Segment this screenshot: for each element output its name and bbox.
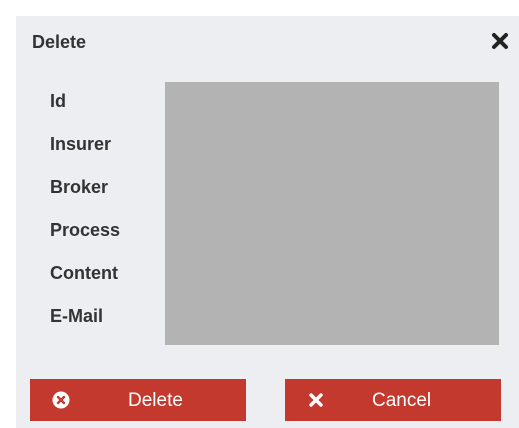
delete-button[interactable]: Delete (30, 379, 246, 421)
cancel-button-label: Cancel (372, 390, 432, 411)
redacted-values (165, 82, 499, 345)
field-label-process: Process (50, 220, 121, 240)
close-icon (307, 391, 325, 409)
delete-button-label: Delete (128, 390, 183, 411)
field-label-broker: Broker (50, 177, 109, 197)
field-label-email: E-Mail (50, 306, 104, 326)
cancel-button[interactable]: Cancel (285, 379, 501, 421)
close-icon[interactable] (489, 30, 511, 52)
times-circle-icon (52, 391, 70, 409)
field-labels: Id Insurer Broker Process Content E-Mail (50, 88, 120, 346)
delete-dialog: Delete Id Insurer Broker Process Content… (16, 16, 519, 428)
field-label-insurer: Insurer (50, 134, 112, 154)
field-label-content: Content (50, 263, 118, 283)
field-label-id: Id (50, 91, 66, 111)
dialog-title: Delete (32, 32, 87, 52)
